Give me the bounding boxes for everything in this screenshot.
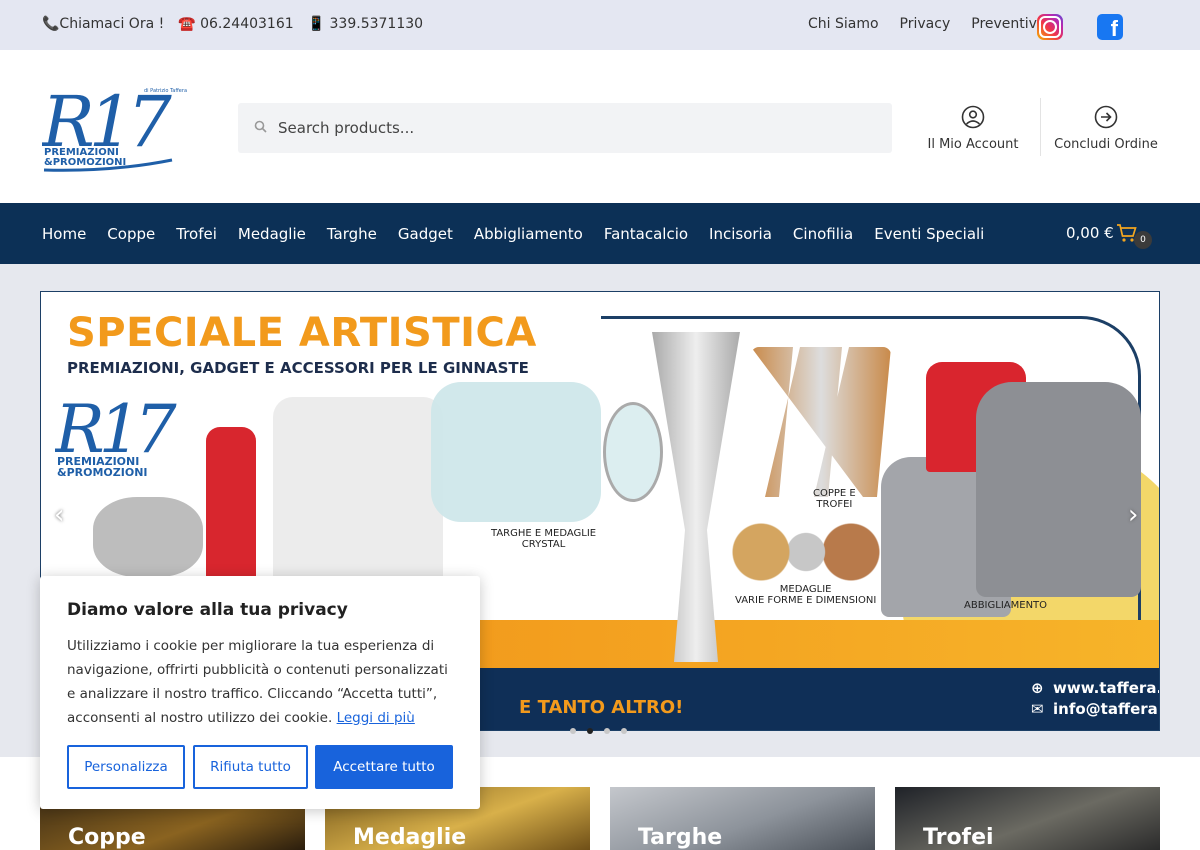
category-card-trofei[interactable]: Trofei	[895, 787, 1160, 850]
search-icon	[254, 120, 267, 133]
category-label: Medaglie	[353, 825, 467, 850]
search-bar	[238, 103, 892, 153]
banner-email: info@taffera.it	[1053, 700, 1159, 718]
crystal-plaque-image	[431, 382, 601, 522]
category-label: Targhe	[638, 825, 723, 850]
nav-item-cinofilia[interactable]: Cinofilia	[793, 225, 853, 243]
cart-total[interactable]: 0,00 €	[1066, 224, 1114, 242]
nav-item-abbigliamento[interactable]: Abbigliamento	[474, 225, 583, 243]
reject-all-button[interactable]: Rifiuta tutto	[193, 745, 308, 789]
banner-contacts: ⊕ www.taffera.it ✉ info@taffera.it	[1031, 678, 1159, 720]
category-label: Coppe	[68, 825, 146, 850]
mail-icon: ✉	[1031, 700, 1044, 718]
cart-count-badge: 0	[1134, 231, 1152, 249]
phone-link[interactable]: ☎️ 06.24403161	[178, 16, 293, 32]
my-account-label: Il Mio Account	[927, 137, 1019, 152]
slider-dot[interactable]	[570, 728, 576, 734]
banner-subtitle: PREMIAZIONI, GADGET E ACCESSORI PER LE G…	[67, 359, 529, 377]
slider-dot[interactable]	[604, 728, 610, 734]
category-label: Trofei	[923, 825, 994, 850]
top-links: Chi Siamo Privacy Preventivi	[808, 16, 1041, 32]
mobile-link[interactable]: 📱 339.5371130	[308, 16, 423, 32]
banner-title: SPECIALE ARTISTICA	[67, 310, 537, 356]
user-icon	[961, 105, 985, 129]
nav-item-medaglie[interactable]: Medaglie	[238, 225, 306, 243]
category-card-targhe[interactable]: Targhe	[610, 787, 875, 850]
speaker-image	[93, 497, 203, 577]
cookie-title: Diamo valore alla tua privacy	[67, 600, 348, 620]
checkout-label: Concludi Ordine	[1054, 137, 1158, 152]
hoodie-image	[976, 382, 1141, 597]
banner-logo: R17 PREMIAZIONI &PROMOZIONI	[55, 391, 183, 479]
instagram-icon[interactable]	[1037, 14, 1063, 40]
banner-tagline: E TANTO ALTRO!	[519, 697, 684, 718]
label-medaglie: MEDAGLIE VARIE FORME E DIMENSIONI	[735, 584, 877, 606]
label-targhe: TARGHE E MEDAGLIE CRYSTAL	[491, 528, 597, 550]
top-bar: 📞Chiamaci Ora ! ☎️ 06.24403161 📱 339.537…	[0, 0, 1200, 50]
customize-button[interactable]: Personalizza	[67, 745, 185, 789]
link-privacy[interactable]: Privacy	[900, 16, 951, 32]
nav-item-incisoria[interactable]: Incisoria	[709, 225, 772, 243]
logo-sub2: &PROMOZIONI	[44, 157, 126, 168]
nav-item-eventi-speciali[interactable]: Eventi Speciali	[874, 225, 984, 243]
nav-item-coppe[interactable]: Coppe	[107, 225, 155, 243]
contact-info: 📞Chiamaci Ora ! ☎️ 06.24403161 📱 339.537…	[42, 16, 423, 32]
nav-item-home[interactable]: Home	[42, 225, 86, 243]
accept-all-button[interactable]: Accettare tutto	[315, 745, 453, 789]
slider-dot[interactable]	[621, 728, 627, 734]
medals-image	[731, 512, 881, 592]
checkout-button[interactable]: Concludi Ordine	[1050, 105, 1162, 152]
search-input[interactable]	[278, 103, 878, 153]
crystal-oval-image	[603, 402, 663, 502]
slider-dot-active[interactable]	[587, 728, 593, 734]
label-abbigliamento: ABBIGLIAMENTO	[964, 600, 1048, 611]
site-header: R17 di Patrizio Taffera PREMIAZIONI &PRO…	[0, 50, 1200, 203]
link-preventivi[interactable]: Preventivi	[971, 16, 1041, 32]
banner-logo-sub2: &PROMOZIONI	[57, 466, 148, 479]
nav-item-fantacalcio[interactable]: Fantacalcio	[604, 225, 688, 243]
chevron-left-icon[interactable]: ‹	[54, 500, 64, 530]
site-logo[interactable]: R17 di Patrizio Taffera PREMIAZIONI &PRO…	[42, 80, 192, 175]
arrow-right-circle-icon	[1094, 105, 1118, 129]
banner-website: www.taffera.it	[1053, 679, 1159, 697]
link-chi-siamo[interactable]: Chi Siamo	[808, 16, 879, 32]
facebook-icon[interactable]: f	[1097, 14, 1123, 41]
chevron-right-icon[interactable]: ›	[1128, 500, 1138, 530]
cookie-consent-dialog: Diamo valore alla tua privacy Utilizziam…	[40, 576, 480, 809]
label-coppe: COPPE E TROFEI	[813, 488, 856, 510]
nav-item-trofei[interactable]: Trofei	[176, 225, 217, 243]
my-account-button[interactable]: Il Mio Account	[918, 105, 1028, 152]
nav-item-targhe[interactable]: Targhe	[327, 225, 377, 243]
globe-icon: ⊕	[1031, 679, 1044, 697]
nav-item-gadget[interactable]: Gadget	[398, 225, 453, 243]
logo-tag: di Patrizio Taffera	[144, 88, 187, 94]
slider-dots	[570, 728, 627, 734]
main-navigation: Home Coppe Trofei Medaglie Targhe Gadget…	[0, 203, 1200, 264]
cookie-read-more-link[interactable]: Leggi di più	[337, 710, 415, 726]
cookie-text: Utilizziamo i cookie per migliorare la t…	[67, 634, 457, 730]
call-label: 📞Chiamaci Ora !	[42, 16, 165, 32]
divider	[1040, 98, 1041, 156]
